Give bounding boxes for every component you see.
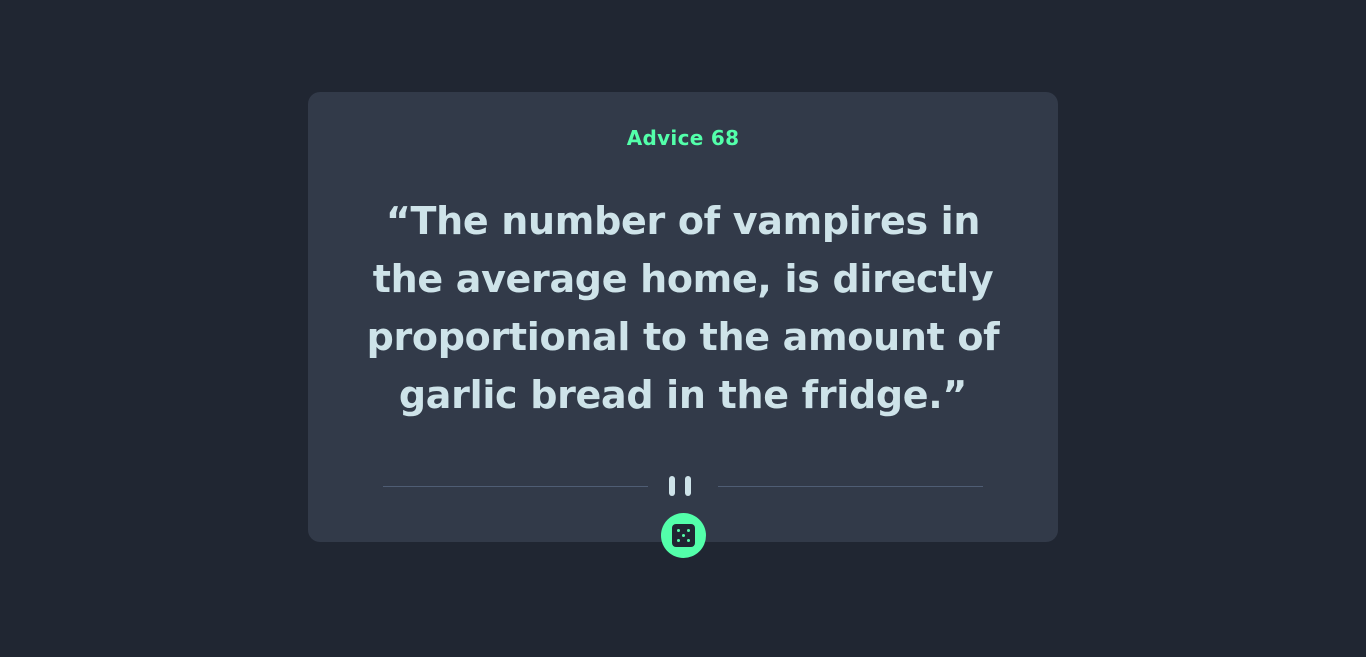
new-advice-button[interactable] [661,513,706,558]
pattern-divider [383,474,983,498]
pause-bar-right [685,476,691,496]
dice-pip [687,529,690,532]
advice-id: Advice 68 [626,126,740,150]
pause-bar-left [669,476,675,496]
dice-pip [682,534,685,537]
divider-line-right [718,486,983,487]
pause-icon [669,476,697,496]
divider-line-left [383,486,648,487]
dice-pip [677,529,680,532]
dice-pip [687,539,690,542]
dice-icon [672,524,695,547]
dice-pip [677,539,680,542]
advice-card: Advice 68 “The number of vampires in the… [308,92,1058,558]
advice-quote: “The number of vampires in the average h… [366,199,1000,417]
